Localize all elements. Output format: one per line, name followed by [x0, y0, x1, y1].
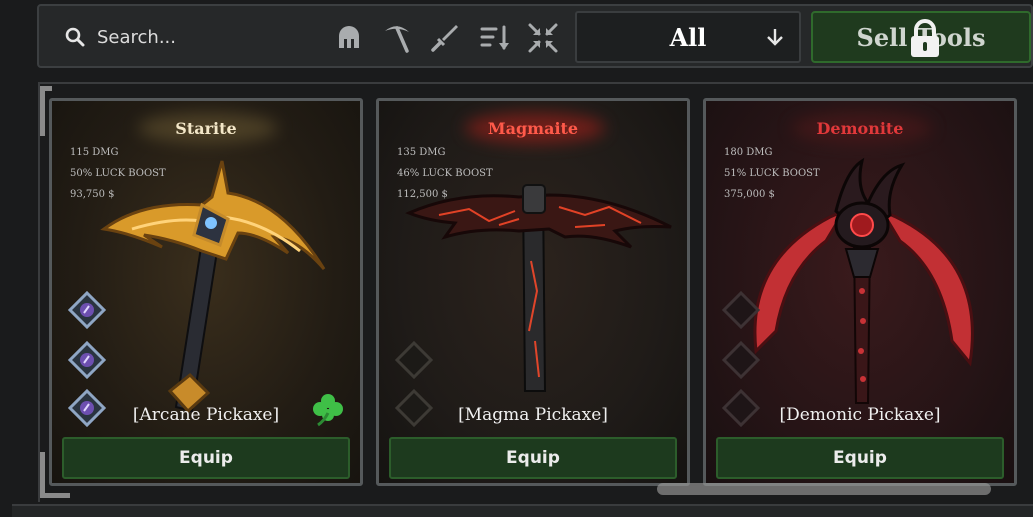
- category-filter-dropdown[interactable]: All: [575, 11, 801, 63]
- equip-button[interactable]: Equip: [62, 437, 350, 479]
- tool-card-magmaite[interactable]: Magmaite 135 DMG 46% LUCK BOOST 112,500 …: [376, 98, 690, 486]
- sort-icon[interactable]: [479, 22, 511, 54]
- card-title: Magmaite: [487, 119, 579, 138]
- rune-slot-filled[interactable]: [67, 340, 107, 380]
- helmet-icon[interactable]: [333, 22, 365, 54]
- tool-name: [Demonic Pickaxe]: [779, 405, 941, 425]
- search-input[interactable]: [97, 26, 297, 48]
- horizontal-scrollbar[interactable]: [657, 483, 991, 495]
- search-icon: [65, 27, 85, 47]
- pickaxe-icon[interactable]: [381, 22, 413, 54]
- rune-slot-empty[interactable]: [394, 340, 434, 380]
- rune-slot-empty[interactable]: [721, 290, 761, 330]
- sword-icon[interactable]: [429, 22, 461, 54]
- rune-slot-empty[interactable]: [721, 340, 761, 380]
- tool-name: [Arcane Pickaxe]: [132, 405, 280, 425]
- bottom-bar: [12, 504, 1033, 517]
- lock-icon: [911, 19, 939, 57]
- equip-button[interactable]: Equip: [389, 437, 677, 479]
- sell-tools-button[interactable]: Sell Tools: [811, 11, 1031, 63]
- tool-card-starite[interactable]: Starite 115 DMG 50% LUCK BOOST 93,750 $ …: [49, 98, 363, 486]
- arrow-down-icon: [767, 29, 783, 46]
- tool-name: [Magma Pickaxe]: [458, 405, 608, 425]
- card-title: Starite: [175, 119, 237, 138]
- card-title: Demonite: [816, 119, 904, 138]
- rune-slot-filled[interactable]: [67, 290, 107, 330]
- collapse-icon[interactable]: [527, 22, 559, 54]
- filter-selected-value: All: [669, 22, 707, 52]
- tool-card-demonite[interactable]: Demonite 180 DMG 51% LUCK BOOST 375,000 …: [703, 98, 1017, 486]
- toolbar: All Sell Tools: [37, 4, 1033, 68]
- search-box[interactable]: [47, 12, 327, 62]
- equip-button[interactable]: Equip: [716, 437, 1004, 479]
